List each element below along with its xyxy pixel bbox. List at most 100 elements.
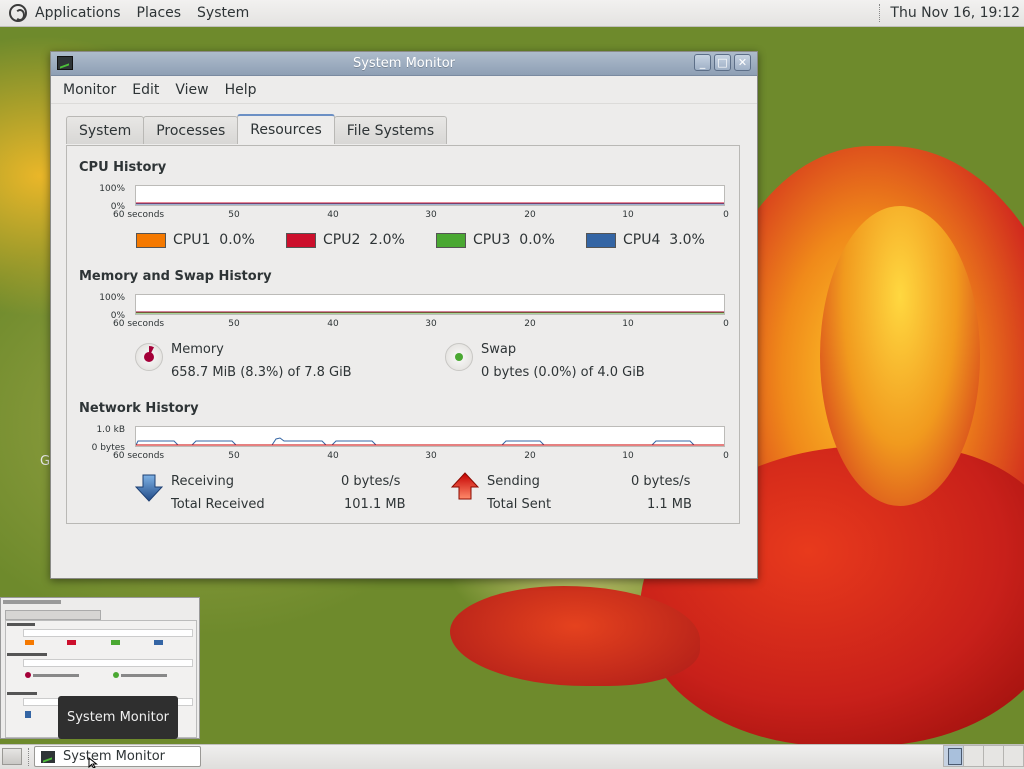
preview-swatch: [111, 640, 120, 645]
memory-pie-icon[interactable]: [135, 343, 163, 371]
cpu4-legend: CPU4 3.0%: [586, 232, 705, 248]
menu-monitor[interactable]: Monitor: [55, 82, 124, 98]
cpu2-value: 2.0%: [369, 232, 405, 248]
memory-time-axis: 60 seconds 50 40 30 20 10 0: [113, 319, 729, 331]
mouse-pointer-icon: [88, 757, 98, 768]
time-tick-label: 40: [327, 210, 339, 220]
time-tick-label: 0: [723, 319, 729, 329]
cpu2-legend: CPU2 2.0%: [286, 232, 405, 248]
time-tick-label: 50: [228, 319, 240, 329]
preview-graph: [23, 659, 193, 667]
swap-label: Swap: [481, 342, 517, 357]
preview-swatch: [67, 640, 76, 645]
cpu1-value: 0.0%: [219, 232, 255, 248]
cpu3-value: 0.0%: [519, 232, 555, 248]
panel-grip-handle[interactable]: [879, 4, 882, 22]
minimize-button[interactable]: _: [694, 54, 711, 71]
tab-file-systems[interactable]: File Systems: [333, 116, 448, 144]
cpu2-label: CPU2: [323, 232, 361, 248]
tab-system[interactable]: System: [66, 116, 145, 144]
time-tick-label: 10: [622, 319, 634, 329]
time-tick-label: 50: [228, 451, 240, 461]
cpu3-color-swatch[interactable]: [436, 232, 466, 248]
bottom-panel: System Monitor: [0, 744, 1024, 769]
preview-swatch: [154, 640, 163, 645]
cpu-history-title: CPU History: [79, 160, 167, 175]
menu-edit[interactable]: Edit: [124, 82, 167, 98]
maximize-button[interactable]: □: [714, 54, 731, 71]
cpu4-label: CPU4: [623, 232, 661, 248]
workspace-3[interactable]: [983, 745, 1004, 767]
system-monitor-app-icon: [41, 750, 55, 763]
taskbar-tooltip: System Monitor: [58, 696, 178, 739]
cpu2-color-swatch[interactable]: [286, 232, 316, 248]
menu-places[interactable]: Places: [129, 5, 190, 21]
menu-help[interactable]: Help: [217, 82, 265, 98]
taskbar-button-label: System Monitor: [63, 749, 166, 764]
wallpaper-flower-petal: [820, 206, 980, 506]
workspace-2[interactable]: [963, 745, 984, 767]
swap-pie-icon[interactable]: [445, 343, 473, 371]
network-history-graph: [135, 426, 725, 447]
time-tick-label: 60 seconds: [113, 451, 165, 461]
menu-applications[interactable]: Applications: [27, 5, 129, 21]
cpu1-legend: CPU1 0.0%: [136, 232, 255, 248]
preview-memory-pie: [25, 672, 31, 678]
cpu-y-max-label: 100%: [99, 184, 125, 194]
cpu-history-graph: [135, 185, 725, 206]
swap-value: 0 bytes (0.0%) of 4.0 GiB: [481, 365, 645, 380]
time-tick-label: 0: [723, 210, 729, 220]
time-tick-label: 60 seconds: [113, 319, 165, 329]
time-tick-label: 20: [524, 319, 536, 329]
receiving-arrow-icon[interactable]: [135, 474, 163, 502]
preview-section-title: [7, 623, 35, 626]
desktop-partial-label: G: [40, 454, 51, 469]
network-y-max-label: 1.0 kB: [96, 425, 125, 435]
total-sent-label: Total Sent: [487, 497, 552, 512]
window-titlebar[interactable]: System Monitor _ □ ✕: [51, 52, 757, 76]
time-tick-label: 40: [327, 319, 339, 329]
cpu4-color-swatch[interactable]: [586, 232, 616, 248]
menu-view[interactable]: View: [167, 82, 216, 98]
show-desktop-icon[interactable]: [2, 748, 22, 765]
memory-value: 658.7 MiB (8.3%) of 7.8 GiB: [171, 365, 352, 380]
tab-processes[interactable]: Processes: [143, 116, 239, 144]
distro-logo-icon[interactable]: [9, 4, 27, 22]
cpu3-legend: CPU3 0.0%: [436, 232, 555, 248]
cpu-time-axis: 60 seconds 50 40 30 20 10 0: [113, 210, 729, 222]
preview-memory-text: [33, 674, 79, 677]
memory-label: Memory: [171, 342, 224, 357]
workspace-1[interactable]: [943, 745, 964, 767]
cpu1-color-swatch[interactable]: [136, 232, 166, 248]
close-button[interactable]: ✕: [734, 54, 751, 71]
clock[interactable]: Thu Nov 16, 19:12: [890, 5, 1024, 21]
system-monitor-window: System Monitor _ □ ✕ Monitor Edit View H…: [50, 51, 758, 579]
tab-resources[interactable]: Resources: [237, 114, 335, 144]
time-tick-label: 30: [425, 319, 437, 329]
time-tick-label: 60 seconds: [113, 210, 165, 220]
tab-bar: System Processes Resources File Systems: [66, 114, 448, 144]
swap-pie-dot: [455, 353, 463, 361]
total-sent-value: 1.1 MB: [647, 497, 692, 512]
workspace-4[interactable]: [1003, 745, 1024, 767]
time-tick-label: 10: [622, 210, 634, 220]
time-tick-label: 20: [524, 210, 536, 220]
workspace-switcher: [943, 745, 1024, 769]
time-tick-label: 10: [622, 451, 634, 461]
resources-panel: CPU History 100% 0% 60 seconds 50 40 30 …: [66, 145, 740, 524]
cpu1-label: CPU1: [173, 232, 211, 248]
preview-swap-pie: [113, 672, 119, 678]
top-panel: Applications Places System Thu Nov 16, 1…: [0, 0, 1024, 27]
menu-system[interactable]: System: [189, 5, 257, 21]
preview-receive-arrow: [25, 711, 31, 718]
preview-tabs: [5, 610, 101, 620]
cpu3-label: CPU3: [473, 232, 511, 248]
cpu4-value: 3.0%: [669, 232, 705, 248]
network-receive-line: [136, 437, 724, 446]
time-tick-label: 50: [228, 210, 240, 220]
preview-graph: [23, 629, 193, 637]
sending-arrow-icon[interactable]: [451, 472, 479, 500]
taskbar-grip-handle[interactable]: [28, 748, 31, 766]
taskbar-button-system-monitor[interactable]: System Monitor: [34, 746, 201, 767]
window-title: System Monitor: [352, 56, 456, 71]
